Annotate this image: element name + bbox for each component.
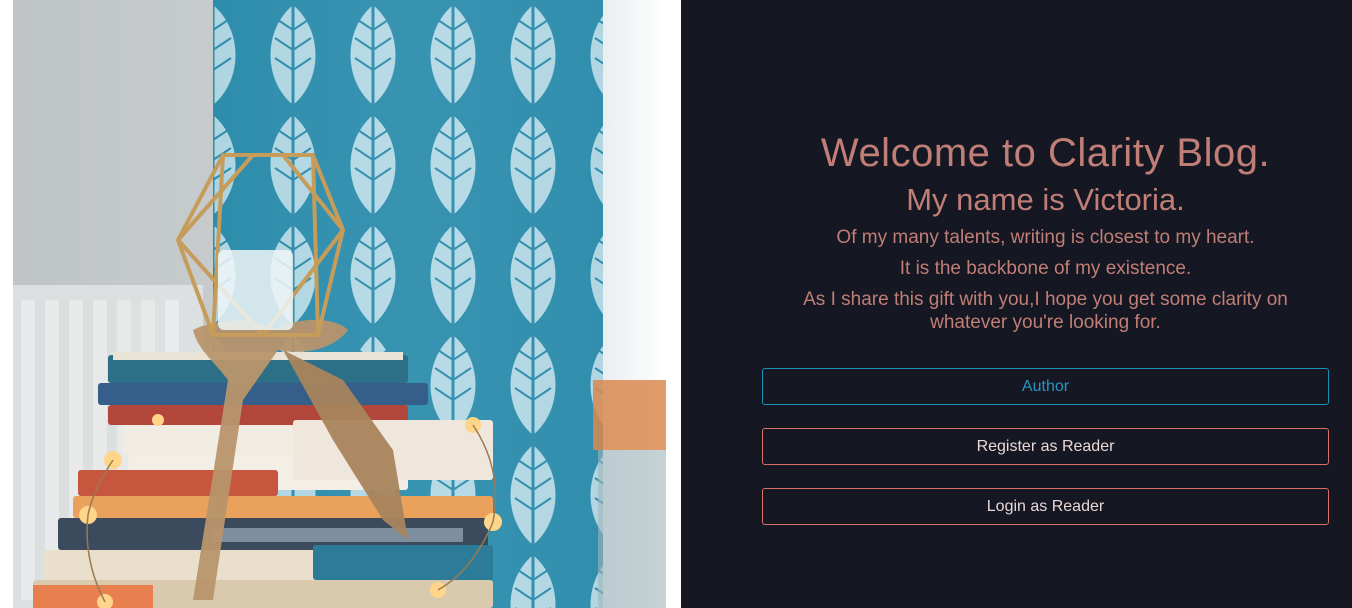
intro-section: Welcome to Clarity Blog. My name is Vict… [681,128,1352,334]
login-as-reader-button[interactable]: Login as Reader [762,488,1329,525]
welcome-panel: Welcome to Clarity Blog. My name is Vict… [681,0,1352,608]
landing-page: Welcome to Clarity Blog. My name is Vict… [0,0,1352,608]
author-name-heading: My name is Victoria. [906,182,1185,217]
author-button[interactable]: Author [762,368,1329,405]
welcome-title: Welcome to Clarity Blog. [820,131,1271,175]
hero-image [13,0,666,608]
intro-line-backbone: It is the backbone of my existence. [899,258,1192,279]
intro-line-talents: Of my many talents, writing is closest t… [836,227,1255,248]
intro-line-clarity: As I share this gift with you,I hope you… [803,289,1288,333]
register-as-reader-button[interactable]: Register as Reader [762,428,1329,465]
books-lantern-illustration [13,0,666,608]
